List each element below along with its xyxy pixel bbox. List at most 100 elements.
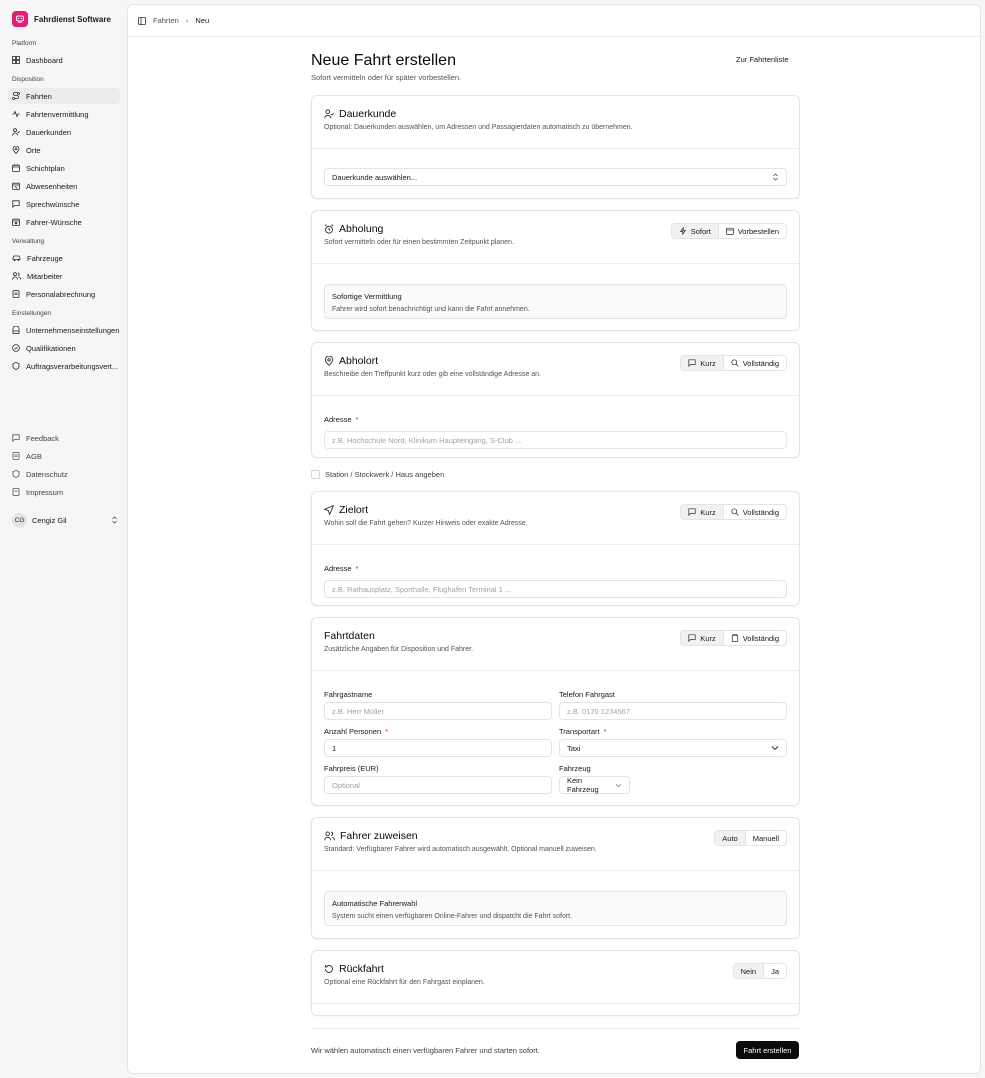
required-marker: * bbox=[385, 727, 389, 736]
file-text-icon bbox=[12, 452, 20, 460]
toggle-kurz[interactable]: Kurz bbox=[681, 505, 724, 519]
toggle-nein[interactable]: Nein bbox=[733, 964, 765, 978]
card-fahrer-zuweisen: Fahrer zuweisen Standard: Verfügbarer Fa… bbox=[311, 817, 800, 939]
select-value: Taxi bbox=[567, 743, 581, 753]
breadcrumb: Fahrten › Neu bbox=[138, 16, 209, 25]
card-abholort: Abholort Beschreibe den Treffpunkt kurz … bbox=[311, 342, 800, 458]
dauerkunde-select[interactable]: Dauerkunde auswählen... bbox=[324, 168, 787, 186]
required-marker: * bbox=[355, 415, 359, 424]
sidebar-item-auftragsverarbeitung[interactable]: Auftragsverarbeitungsvert... bbox=[8, 358, 120, 374]
transportart-label: Transportart * bbox=[559, 727, 607, 736]
toggle-label: Kurz bbox=[700, 358, 716, 368]
car-icon bbox=[12, 255, 21, 261]
sidebar-item-label: Fahrtenvermittlung bbox=[26, 109, 89, 119]
card-zielort: Zielort Wohin soll die Fahrt gehen? Kurz… bbox=[311, 491, 800, 606]
station-checkbox-row[interactable]: Station / Stockwerk / Haus angeben bbox=[311, 470, 444, 479]
toggle-ja[interactable]: Ja bbox=[764, 964, 786, 978]
footer-link-agb[interactable]: AGB bbox=[12, 449, 42, 463]
sidebar-item-orte[interactable]: Orte bbox=[8, 142, 120, 158]
grid-icon bbox=[12, 56, 20, 64]
card-title: Dauerkunde bbox=[339, 108, 397, 120]
sidebar-item-label: Mitarbeiter bbox=[27, 271, 63, 281]
sidebar-item-mitarbeiter[interactable]: Mitarbeiter bbox=[8, 268, 120, 284]
footer-link-datenschutz[interactable]: Datenschutz bbox=[12, 467, 68, 481]
toggle-vorbestellen[interactable]: Vorbestellen bbox=[719, 224, 786, 238]
breadcrumb-parent[interactable]: Fahrten bbox=[153, 16, 179, 25]
brand-logo-icon bbox=[12, 11, 28, 27]
toggle-auto[interactable]: Auto bbox=[715, 831, 746, 845]
route-icon bbox=[12, 92, 20, 100]
abholort-toggle: Kurz Vollständig bbox=[680, 355, 787, 371]
toggle-vollstaendig[interactable]: Vollständig bbox=[724, 631, 786, 645]
station-checkbox[interactable] bbox=[311, 470, 320, 479]
card-title: Abholort bbox=[339, 355, 379, 367]
transportart-select[interactable]: Taxi bbox=[559, 739, 787, 757]
page-subtitle: Sofort vermitteln oder für später vorbes… bbox=[311, 73, 462, 82]
shield-icon bbox=[12, 362, 20, 370]
calendar-heart-icon bbox=[12, 218, 20, 226]
sidebar-item-qualifikationen[interactable]: Qualifikationen bbox=[8, 340, 120, 356]
chevrons-up-down-icon bbox=[773, 173, 778, 181]
calendar-off-icon bbox=[12, 182, 20, 190]
toggle-label: Vollständig bbox=[742, 507, 779, 517]
sidebar-item-schichtplan[interactable]: Schichtplan bbox=[8, 160, 120, 176]
footer-link-impressum[interactable]: Impressum bbox=[12, 485, 63, 499]
user-menu[interactable]: CG Cengiz Gil bbox=[12, 512, 118, 528]
sidebar-item-label: Fahrten bbox=[26, 91, 52, 101]
fahrgastname-input[interactable]: z.B. Herr Müller bbox=[324, 702, 552, 720]
main-content: Fahrten › Neu Neue Fahrt erstellen Sofor… bbox=[127, 4, 981, 1074]
shield-icon bbox=[12, 470, 20, 478]
toggle-label: Manuell bbox=[752, 833, 779, 843]
users-icon bbox=[324, 831, 335, 841]
toggle-manuell[interactable]: Manuell bbox=[746, 831, 786, 845]
sidebar-item-dauerkunden[interactable]: Dauerkunden bbox=[8, 124, 120, 140]
sidebar-item-unternehmenseinstellungen[interactable]: Unternehmenseinstellungen bbox=[8, 322, 120, 338]
abholort-address-input[interactable]: z.B. Hochschule Nord, Klinikum Haupteing… bbox=[324, 431, 787, 449]
toggle-kurz[interactable]: Kurz bbox=[681, 631, 724, 645]
divider bbox=[312, 670, 799, 671]
toggle-kurz[interactable]: Kurz bbox=[681, 356, 724, 370]
footer-link-feedback[interactable]: Feedback bbox=[12, 431, 59, 445]
map-pin-icon bbox=[12, 146, 20, 154]
sidebar-item-fahrzeuge[interactable]: Fahrzeuge bbox=[8, 250, 120, 266]
sidebar-item-dashboard[interactable]: Dashboard bbox=[8, 52, 120, 68]
brand[interactable]: Fahrdienst Software bbox=[12, 11, 111, 27]
zielort-address-input[interactable]: z.B. Rathausplatz, Sporthalle, Flughafen… bbox=[324, 580, 787, 598]
toggle-sofort[interactable]: Sofort bbox=[671, 224, 719, 238]
card-subtitle: Sofort vermitteln oder für einen bestimm… bbox=[324, 239, 514, 246]
toggle-label: Kurz bbox=[700, 633, 716, 643]
sidebar-item-fahrten[interactable]: Fahrten bbox=[8, 88, 120, 104]
card-title: Fahrer zuweisen bbox=[340, 830, 418, 842]
telefon-input[interactable]: z.B. 0170 1234567 bbox=[559, 702, 787, 720]
sidebar-item-label: Dauerkunden bbox=[26, 127, 72, 137]
sidebar-item-sprechwuensche[interactable]: Sprechwünsche bbox=[8, 196, 120, 212]
card-rueckfahrt: Rückfahrt Optional eine Rückfahrt für de… bbox=[311, 950, 800, 1016]
check-circle-icon bbox=[12, 344, 20, 352]
fahrer-toggle: Auto Manuell bbox=[714, 830, 787, 846]
fahrpreis-input[interactable]: Optional bbox=[324, 776, 552, 794]
rueckfahrt-toggle: Nein Ja bbox=[732, 963, 787, 979]
fahrzeug-select[interactable]: Kein Fahrzeug bbox=[559, 776, 630, 794]
activity-icon bbox=[12, 110, 20, 118]
sidebar-item-personalabrechnung[interactable]: Personalabrechnung bbox=[8, 286, 120, 302]
back-to-list-link[interactable]: Zur Fahrtenliste bbox=[736, 55, 789, 64]
sidebar-item-label: Unternehmenseinstellungen bbox=[26, 325, 120, 335]
info-text: Fahrer wird sofort benachrichtigt und ka… bbox=[332, 306, 530, 313]
toggle-vollstaendig[interactable]: Vollständig bbox=[724, 356, 786, 370]
create-ride-button[interactable]: Fahrt erstellen bbox=[736, 1041, 799, 1059]
anzahl-personen-input[interactable]: 1 bbox=[324, 739, 552, 757]
toggle-label: Kurz bbox=[700, 507, 716, 517]
user-name: Cengiz Gil bbox=[32, 515, 67, 525]
group-label-verwaltung: Verwaltung bbox=[12, 238, 45, 245]
toggle-vollstaendig[interactable]: Vollständig bbox=[724, 505, 786, 519]
sidebar-item-abwesenheiten[interactable]: Abwesenheiten bbox=[8, 178, 120, 194]
user-check-icon bbox=[324, 109, 334, 119]
sidebar-toggle-icon[interactable] bbox=[138, 16, 146, 25]
chevron-down-icon bbox=[615, 783, 622, 787]
sidebar-item-fahrer-wuensche[interactable]: Fahrer-Wünsche bbox=[8, 214, 120, 230]
sidebar-item-fahrtenvermittlung[interactable]: Fahrtenvermittlung bbox=[8, 106, 120, 122]
info-box-sofort: Sofortige Vermittlung Fahrer wird sofort… bbox=[324, 284, 787, 319]
info-title: Sofortige Vermittlung bbox=[332, 292, 402, 301]
user-check-icon bbox=[12, 128, 20, 136]
message-square-icon bbox=[688, 634, 696, 642]
